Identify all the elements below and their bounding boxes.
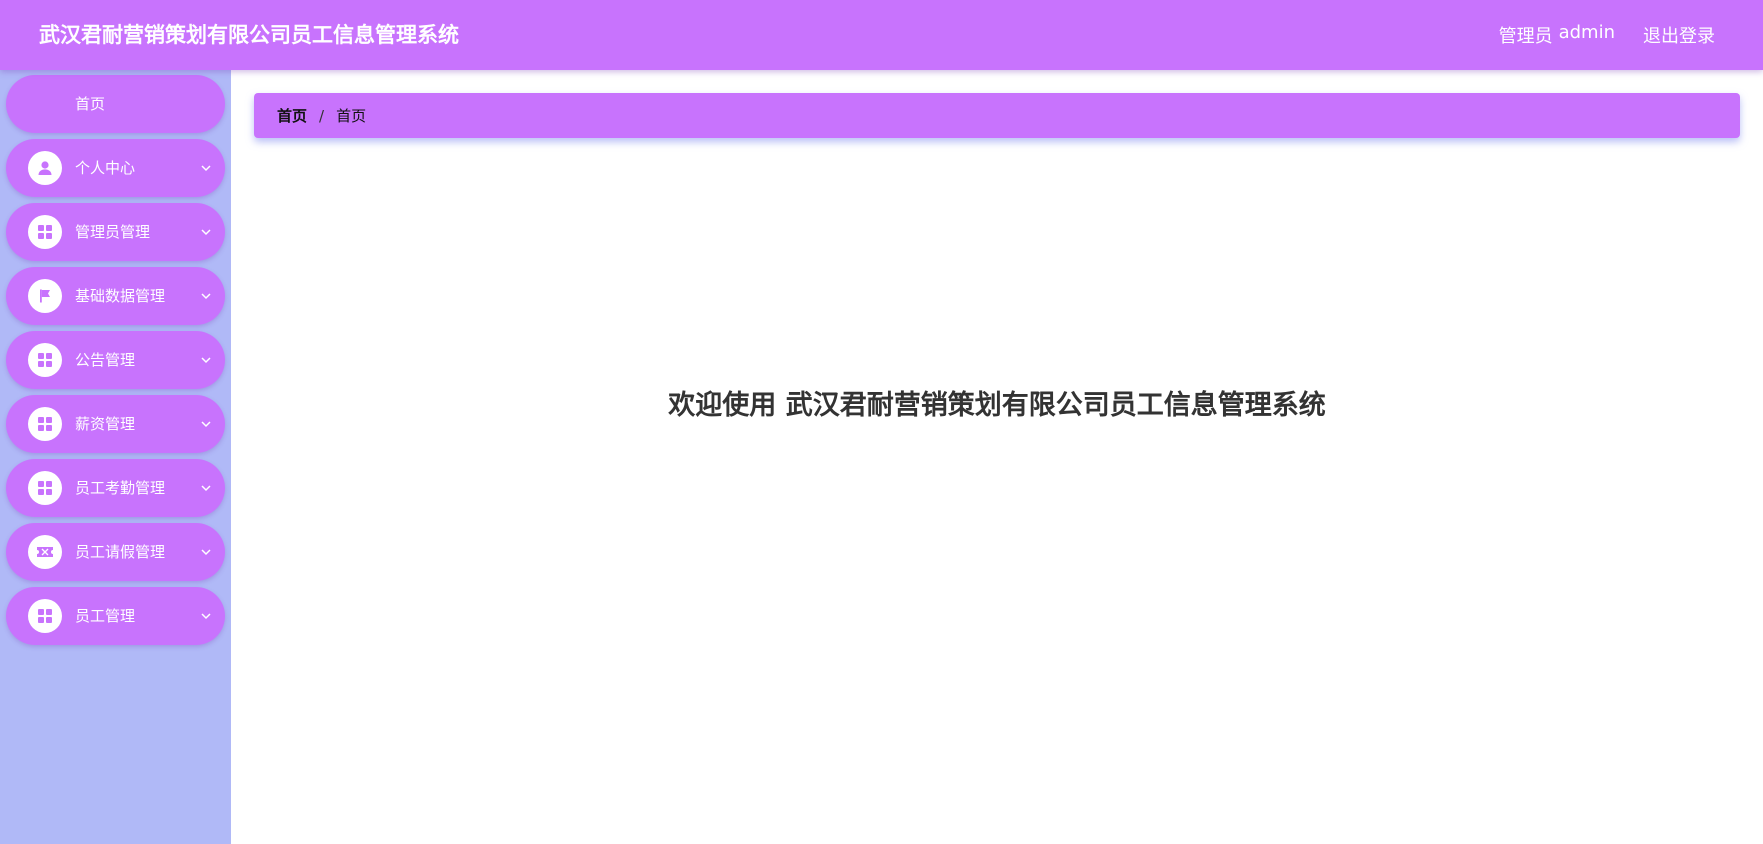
top-right-area: 管理员 admin 退出登录 <box>1499 0 1715 70</box>
chevron-down-icon <box>201 549 211 556</box>
sidebar-item-label: 薪资管理 <box>75 415 136 433</box>
sidebar-item-label: 公告管理 <box>75 351 136 369</box>
sidebar-item-label: 员工请假管理 <box>75 543 166 561</box>
sidebar-item-personal-center[interactable]: 个人中心 <box>6 139 225 197</box>
user-icon <box>28 151 62 185</box>
grid-icon <box>28 599 62 633</box>
chevron-down-icon <box>201 293 211 300</box>
sidebar-item-salary-management[interactable]: 薪资管理 <box>6 395 225 453</box>
chevron-down-icon <box>201 485 211 492</box>
logout-button[interactable]: 退出登录 <box>1643 22 1715 48</box>
user-role: 管理员 <box>1498 26 1553 47</box>
welcome-message: 欢迎使用 武汉君耐营销策划有限公司员工信息管理系统 <box>668 390 1326 421</box>
sidebar-item-label: 个人中心 <box>75 159 136 177</box>
breadcrumb: 首页 / 首页 <box>254 93 1740 138</box>
breadcrumb-home-link[interactable]: 首页 <box>277 105 307 126</box>
chevron-down-icon <box>201 357 211 364</box>
breadcrumb-separator: / <box>319 106 325 125</box>
grid-icon <box>28 407 62 441</box>
sidebar-item-admin-management[interactable]: 管理员管理 <box>6 203 225 261</box>
sidebar-item-basic-data[interactable]: 基础数据管理 <box>6 267 225 325</box>
sidebar-item-home[interactable]: 首页 <box>6 75 225 133</box>
grid-icon <box>28 343 62 377</box>
sidebar-item-label: 员工管理 <box>75 607 136 625</box>
sidebar-item-label: 首页 <box>75 95 106 113</box>
ticket-icon <box>28 535 62 569</box>
sidebar-item-label: 管理员管理 <box>75 223 151 241</box>
app-title: 武汉君耐营销策划有限公司员工信息管理系统 <box>39 23 459 47</box>
breadcrumb-current: 首页 <box>336 107 367 125</box>
sidebar-item-leave-management[interactable]: 员工请假管理 <box>6 523 225 581</box>
top-bar: 武汉君耐营销策划有限公司员工信息管理系统 管理员 admin 退出登录 <box>0 0 1763 70</box>
sidebar-item-attendance-management[interactable]: 员工考勤管理 <box>6 459 225 517</box>
sidebar: 首页 个人中心 管理员管理 基础数据管理 公告管理 薪资管理 员工考勤管理 员工… <box>0 70 231 844</box>
grid-icon <box>28 215 62 249</box>
chevron-down-icon <box>201 165 211 172</box>
sidebar-item-label: 员工考勤管理 <box>75 479 166 497</box>
current-user: 管理员 admin <box>1499 22 1615 48</box>
chevron-down-icon <box>201 421 211 428</box>
flag-icon <box>28 279 62 313</box>
sidebar-item-label: 基础数据管理 <box>75 287 166 305</box>
grid-icon <box>28 471 62 505</box>
sidebar-item-employee-management[interactable]: 员工管理 <box>6 587 225 645</box>
chevron-down-icon <box>201 613 211 620</box>
user-name: admin <box>1558 22 1615 43</box>
sidebar-item-notice-management[interactable]: 公告管理 <box>6 331 225 389</box>
chevron-down-icon <box>201 229 211 236</box>
